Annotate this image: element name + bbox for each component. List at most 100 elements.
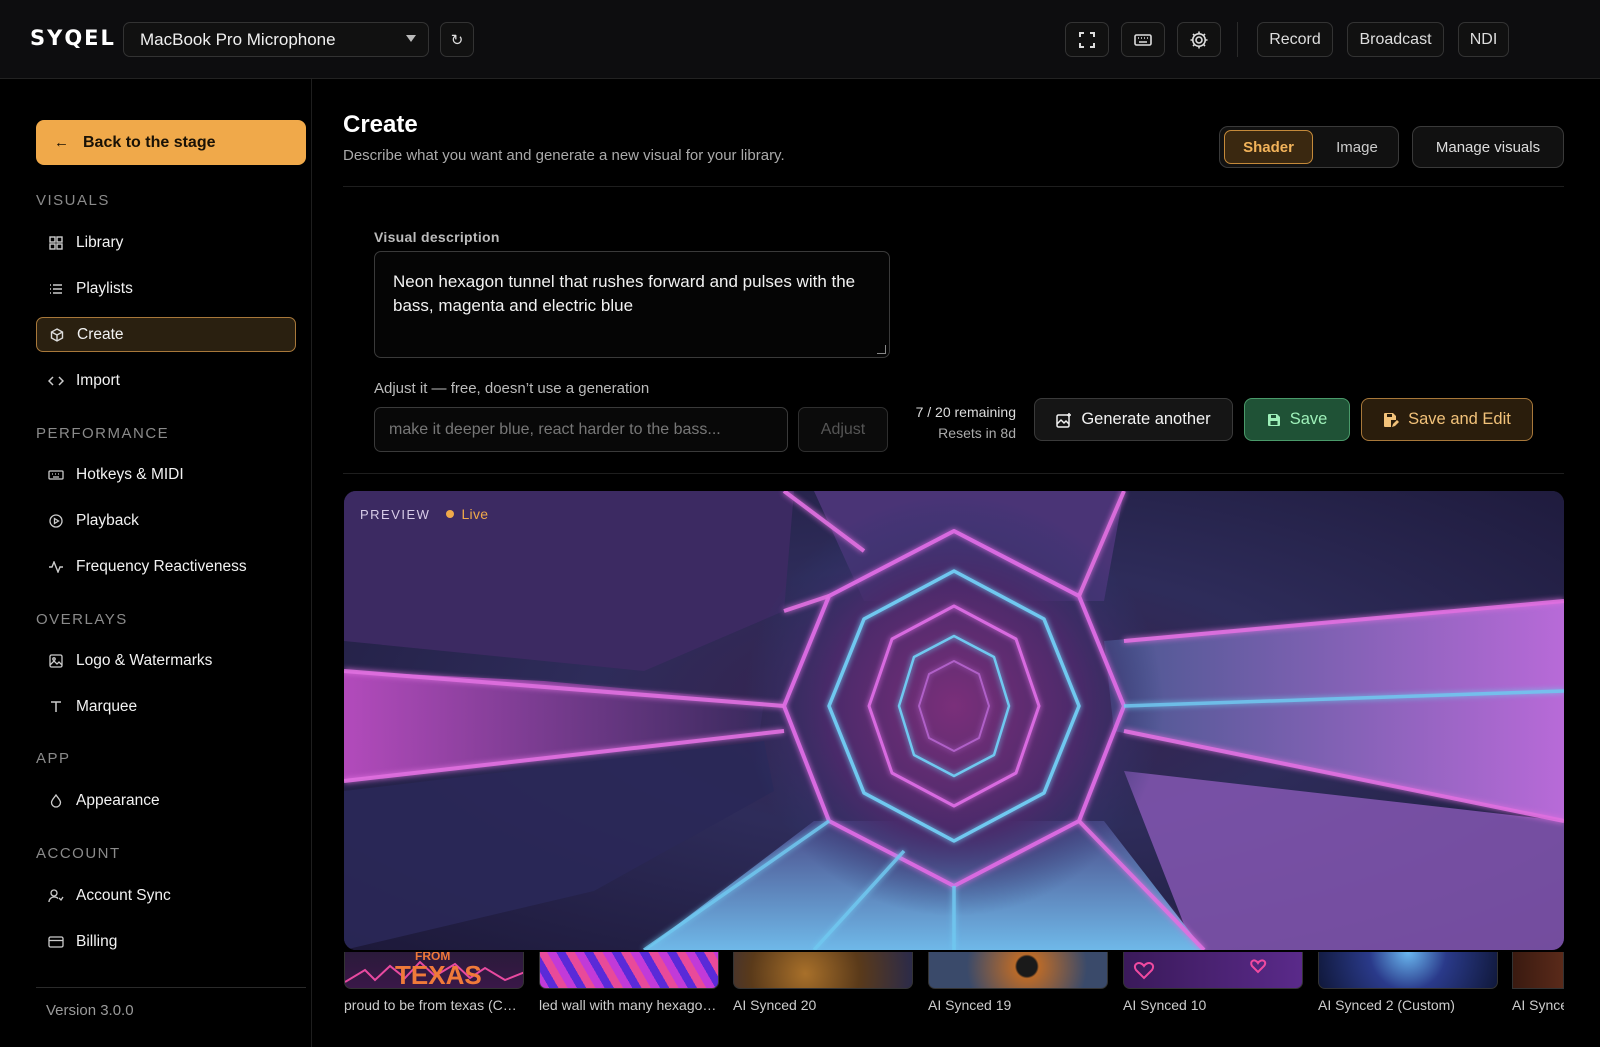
keyboard-button[interactable] — [1121, 22, 1165, 57]
image-icon — [48, 653, 64, 669]
sidebar-item-label: Create — [77, 325, 124, 343]
credit-card-icon — [48, 934, 64, 950]
sidebar-item-account-sync[interactable]: Account Sync — [36, 878, 296, 913]
sidebar-item-label: Account Sync — [76, 886, 171, 904]
save-and-edit-label: Save and Edit — [1408, 410, 1511, 428]
thumbnail-caption: AI Synced 19 — [928, 997, 1012, 1013]
live-dot-icon — [446, 510, 455, 518]
library-thumbnail[interactable] — [1123, 952, 1303, 989]
generate-another-button[interactable]: Generate another — [1034, 398, 1233, 441]
thumbnail-caption: proud to be from texas (C… — [344, 997, 517, 1013]
sidebar-item-label: Logo & Watermarks — [76, 651, 213, 669]
visual-description-textarea[interactable]: Neon hexagon tunnel that rushes forward … — [374, 251, 890, 358]
microphone-select[interactable]: MacBook Pro Microphone — [123, 22, 429, 57]
hexagon-tunnel-visual — [344, 491, 1564, 950]
record-button[interactable]: Record — [1257, 22, 1333, 57]
toolbar-divider — [1237, 22, 1238, 57]
adjust-input[interactable]: make it deeper blue, react harder to the… — [374, 407, 788, 452]
generate-another-label: Generate another — [1081, 410, 1211, 428]
visual-description-value: Neon hexagon tunnel that rushes forward … — [393, 272, 856, 315]
sidebar-item-label: Frequency Reactiveness — [76, 557, 247, 575]
version-label: Version 3.0.0 — [46, 1002, 134, 1019]
page-title: Create — [343, 111, 418, 138]
resets-in: Resets in 8d — [938, 425, 1016, 441]
droplet-icon — [48, 793, 64, 809]
visual-type-toggle: Shader Image — [1219, 126, 1399, 168]
live-status: Live — [461, 506, 489, 522]
sidebar-item-marquee[interactable]: Marquee — [36, 689, 296, 724]
sidebar-item-appearance[interactable]: Appearance — [36, 783, 296, 818]
section-account: ACCOUNT — [36, 845, 121, 862]
library-thumbnail[interactable] — [928, 952, 1108, 989]
sidebar-item-create[interactable]: Create — [36, 317, 296, 352]
thumbnail-caption: AI Synce — [1512, 997, 1564, 1013]
top-bar: SYQEL MacBook Pro Microphone ↻ Record Br… — [0, 0, 1600, 79]
image-plus-icon — [1056, 412, 1072, 428]
thumbnail-image: TEXAS FROM — [345, 952, 523, 989]
adjust-label: Adjust it — free, doesn’t use a generati… — [374, 380, 650, 397]
section-performance: PERFORMANCE — [36, 425, 170, 442]
adjust-input-placeholder: make it deeper blue, react harder to the… — [389, 420, 721, 438]
tab-image[interactable]: Image — [1318, 130, 1396, 164]
sidebar: ← Back to the stage VISUALS Library Play… — [0, 79, 312, 1047]
adjust-button[interactable]: Adjust — [798, 407, 888, 452]
library-thumbnail[interactable] — [733, 952, 913, 989]
activity-icon — [48, 559, 64, 575]
back-to-stage-label: Back to the stage — [83, 133, 216, 151]
sidebar-item-label: Import — [76, 371, 120, 389]
generation-quota: 7 / 20 remaining Resets in 8d — [880, 402, 1016, 444]
settings-button[interactable] — [1177, 22, 1221, 57]
resize-handle-icon[interactable] — [877, 345, 886, 354]
play-circle-icon — [48, 513, 64, 529]
fullscreen-button[interactable] — [1065, 22, 1109, 57]
library-thumbnail[interactable] — [539, 952, 719, 989]
shader-preview[interactable]: PREVIEW Live — [344, 491, 1564, 950]
sidebar-item-label: Library — [76, 233, 124, 251]
sidebar-item-frequency[interactable]: Frequency Reactiveness — [36, 549, 296, 584]
user-sync-icon — [48, 888, 64, 904]
preview-label: PREVIEW — [360, 506, 431, 522]
back-to-stage-button[interactable]: ← Back to the stage — [36, 120, 306, 165]
library-thumbnail[interactable] — [1318, 952, 1498, 989]
save-button[interactable]: Save — [1244, 398, 1350, 441]
section-visuals: VISUALS — [36, 192, 110, 209]
visual-description-label: Visual description — [374, 229, 500, 245]
sidebar-item-hotkeys[interactable]: Hotkeys & MIDI — [36, 457, 296, 492]
thumbnail-caption: led wall with many hexago… — [539, 997, 717, 1013]
sidebar-item-playback[interactable]: Playback — [36, 503, 296, 538]
thumbnail-image — [1134, 959, 1267, 980]
sidebar-item-billing[interactable]: Billing — [36, 924, 296, 959]
list-icon — [48, 281, 64, 297]
ndi-button[interactable]: NDI — [1458, 22, 1509, 57]
sidebar-item-import[interactable]: Import — [36, 363, 296, 398]
settings-icon — [1190, 31, 1208, 48]
section-overlays: OVERLAYS — [36, 611, 128, 628]
save-edit-icon — [1383, 412, 1400, 428]
keyboard-icon — [48, 467, 64, 483]
arrow-left-icon: ← — [54, 134, 69, 151]
broadcast-button[interactable]: Broadcast — [1347, 22, 1444, 57]
sidebar-item-label: Appearance — [76, 791, 160, 809]
sidebar-item-playlists[interactable]: Playlists — [36, 271, 296, 306]
save-icon — [1267, 413, 1281, 427]
preview-header: PREVIEW Live — [360, 506, 488, 522]
thumbnail-overlay-text: TEXAS — [395, 960, 482, 989]
keyboard-icon — [1134, 33, 1152, 46]
sidebar-item-logo-watermarks[interactable]: Logo & Watermarks — [36, 643, 296, 678]
sidebar-item-label: Hotkeys & MIDI — [76, 465, 184, 483]
library-thumbnail[interactable]: TEXAS FROM — [344, 952, 524, 989]
header-divider — [343, 186, 1564, 187]
manage-visuals-button[interactable]: Manage visuals — [1412, 126, 1564, 168]
sidebar-item-library[interactable]: Library — [36, 225, 296, 260]
sidebar-item-label: Playlists — [76, 279, 133, 297]
refresh-icon: ↻ — [450, 31, 464, 49]
actions-divider — [343, 473, 1564, 474]
tab-shader[interactable]: Shader — [1224, 130, 1313, 164]
save-and-edit-button[interactable]: Save and Edit — [1361, 398, 1533, 441]
page-subtitle: Describe what you want and generate a ne… — [343, 147, 785, 164]
library-thumbnail[interactable] — [1512, 952, 1564, 989]
refresh-devices-button[interactable]: ↻ — [440, 22, 474, 57]
fullscreen-icon — [1079, 31, 1095, 48]
remaining-count: 7 / 20 remaining — [915, 404, 1016, 420]
thumbnail-caption: AI Synced 20 — [733, 997, 817, 1013]
